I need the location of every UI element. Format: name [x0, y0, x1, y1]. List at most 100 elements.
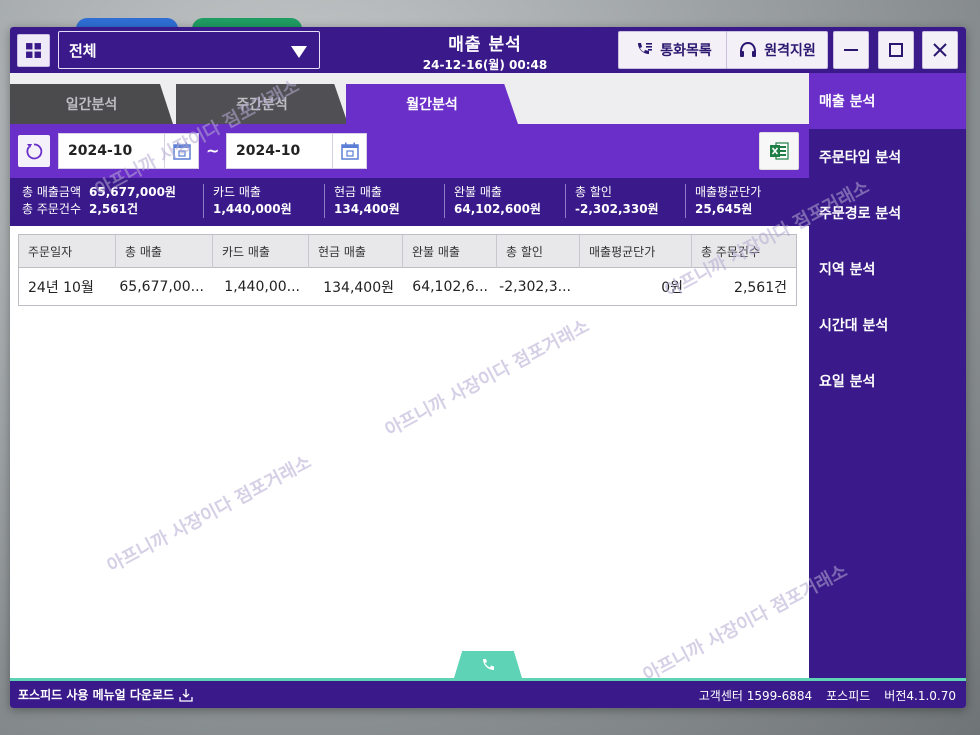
tab-label: 일간분석	[65, 97, 118, 113]
total-orders-value: 2,561건	[89, 202, 139, 216]
phone-list-icon	[638, 43, 653, 54]
refresh-icon	[26, 143, 43, 160]
summary-label: 카드 매출	[213, 185, 261, 199]
excel-icon	[770, 142, 789, 160]
tab-daily[interactable]: 일간분석	[10, 84, 173, 124]
reset-button[interactable]	[18, 135, 50, 167]
summary-label: 현금 매출	[334, 185, 382, 199]
table-cell: 1,440,00...	[224, 279, 300, 295]
maximize-icon	[889, 43, 903, 57]
summary-value: -2,302,330원	[575, 202, 659, 216]
summary-average-price: 매출평균단가 25,645원	[685, 184, 761, 218]
sidebar-item-label: 지역 분석	[819, 262, 876, 278]
remote-support-label: 원격지원	[764, 43, 816, 59]
summary-totals: 총 매출금액 65,677,000원 총 주문건수 2,561건	[22, 184, 176, 218]
calendar-icon	[172, 142, 191, 160]
column-header[interactable]: 주문일자	[19, 235, 116, 268]
total-sales-value: 65,677,000원	[89, 185, 176, 199]
current-datetime: 24-12-16(월) 00:48	[422, 58, 548, 72]
summary-cash-sales: 현금 매출 134,400원	[324, 184, 400, 218]
sidebar-item-label: 매출 분석	[819, 94, 876, 110]
summary-value: 64,102,600원	[454, 202, 541, 216]
start-date-value: 2024-10	[68, 143, 133, 159]
column-header[interactable]: 매출평균단가	[580, 235, 692, 268]
call-log-button[interactable]: 통화목록	[618, 31, 728, 69]
column-header[interactable]: 현금 매출	[309, 235, 403, 268]
sidebar-item-order-channel-analysis[interactable]: 주문경로 분석	[809, 185, 966, 241]
summary-label: 매출평균단가	[695, 185, 762, 199]
sidebar-item-weekday-analysis[interactable]: 요일 분석	[809, 353, 966, 409]
calendar-icon	[340, 142, 359, 160]
column-header[interactable]: 완불 매출	[403, 235, 497, 268]
table-cell: 65,677,00...	[119, 279, 204, 295]
table-cell: 24년 10월	[28, 280, 94, 296]
summary-total-discount: 총 할인 -2,302,330원	[565, 184, 659, 218]
sidebar-item-time-analysis[interactable]: 시간대 분석	[809, 297, 966, 353]
summary-value: 134,400원	[334, 202, 400, 216]
call-log-label: 통화목록	[660, 43, 712, 59]
end-date-field[interactable]: 2024-10	[226, 133, 367, 169]
tab-weekly[interactable]: 주간분석	[176, 84, 348, 124]
summary-bar: 총 매출금액 65,677,000원 총 주문건수 2,561건 카드 매출 1…	[10, 178, 809, 226]
sales-analysis-window: 전체 매출 분석 24-12-16(월) 00:48 통화목록 원격지원 일간분…	[10, 27, 966, 708]
minimize-button[interactable]	[833, 31, 869, 69]
headset-icon	[740, 41, 757, 57]
sidebar-item-label: 요일 분석	[819, 374, 876, 390]
summary-value: 25,645원	[695, 202, 753, 216]
summary-label: 완불 매출	[454, 185, 502, 199]
table-cell: 0원	[661, 280, 683, 296]
chevron-down-icon	[291, 46, 307, 58]
version-info: 버전4.1.0.70	[884, 689, 956, 703]
download-icon	[179, 688, 193, 702]
sidebar-item-label: 주문경로 분석	[819, 206, 902, 222]
tab-label: 월간분석	[406, 97, 458, 113]
remote-support-button[interactable]: 원격지원	[726, 31, 828, 69]
column-header[interactable]: 카드 매출	[213, 235, 309, 268]
start-date-field[interactable]: 2024-10	[58, 133, 199, 169]
maximize-button[interactable]	[878, 31, 914, 69]
title-bar: 전체 매출 분석 24-12-16(월) 00:48 통화목록 원격지원	[10, 27, 966, 73]
summary-paid-sales: 완불 매출 64,102,600원	[444, 184, 541, 218]
sidebar-item-label: 주문타입 분석	[819, 150, 902, 166]
brand-name: 포스피드	[826, 689, 871, 703]
sidebar-item-label: 시간대 분석	[819, 318, 889, 334]
end-date-value: 2024-10	[236, 143, 301, 159]
store-select[interactable]: 전체	[58, 31, 320, 69]
main-content: 일간분석 주간분석 월간분석 2024-10 ~ 2024-10 총 매출금액 …	[10, 73, 809, 678]
table-row[interactable]: 24년 10월 65,677,00... 1,440,00... 134,400…	[19, 269, 796, 305]
app-menu-button[interactable]	[17, 34, 50, 67]
footer-info: 고객센터 1599-6884 포스피드 버전4.1.0.70	[699, 687, 956, 704]
close-button[interactable]	[922, 31, 958, 69]
close-icon	[933, 43, 947, 57]
column-header[interactable]: 총 주문건수	[692, 235, 796, 268]
customer-center: 고객센터 1599-6884	[698, 689, 813, 703]
total-orders-label: 총 주문건수	[22, 202, 82, 216]
manual-download-label: 포스피드 사용 메뉴얼 다운로드	[18, 688, 175, 702]
total-sales-label: 총 매출금액	[22, 185, 82, 199]
table-cell: 134,400원	[323, 280, 394, 296]
sidebar-item-region-analysis[interactable]: 지역 분석	[809, 241, 966, 297]
table-cell: 64,102,6...	[412, 279, 488, 295]
manual-download-link[interactable]: 포스피드 사용 메뉴얼 다운로드	[18, 686, 193, 703]
table-cell: -2,302,3...	[499, 279, 571, 295]
start-date-calendar-button[interactable]	[164, 134, 198, 168]
excel-export-button[interactable]	[759, 132, 799, 170]
column-header[interactable]: 총 매출	[116, 235, 213, 268]
tab-monthly[interactable]: 월간분석	[346, 84, 518, 124]
call-drawer-tab[interactable]	[454, 651, 522, 678]
table-cell: 2,561건	[734, 280, 787, 296]
footer: 포스피드 사용 메뉴얼 다운로드 고객센터 1599-6884 포스피드 버전4…	[10, 681, 966, 708]
sidebar-item-order-type-analysis[interactable]: 주문타입 분석	[809, 129, 966, 185]
minimize-icon	[844, 49, 858, 51]
summary-card-sales: 카드 매출 1,440,000원	[203, 184, 292, 218]
window-title: 매출 분석 24-12-16(월) 00:48	[400, 30, 570, 73]
summary-label: 총 할인	[575, 185, 612, 199]
table-header: 주문일자 총 매출 카드 매출 현금 매출 완불 매출 총 할인 매출평균단가 …	[19, 235, 796, 268]
column-header[interactable]: 총 할인	[497, 235, 580, 268]
end-date-calendar-button[interactable]	[332, 134, 366, 168]
summary-value: 1,440,000원	[213, 202, 292, 216]
phone-icon	[483, 658, 494, 670]
store-select-value: 전체	[69, 41, 97, 60]
tab-label: 주간분석	[236, 97, 288, 113]
sidebar-item-sales-analysis[interactable]: 매출 분석	[809, 73, 966, 129]
